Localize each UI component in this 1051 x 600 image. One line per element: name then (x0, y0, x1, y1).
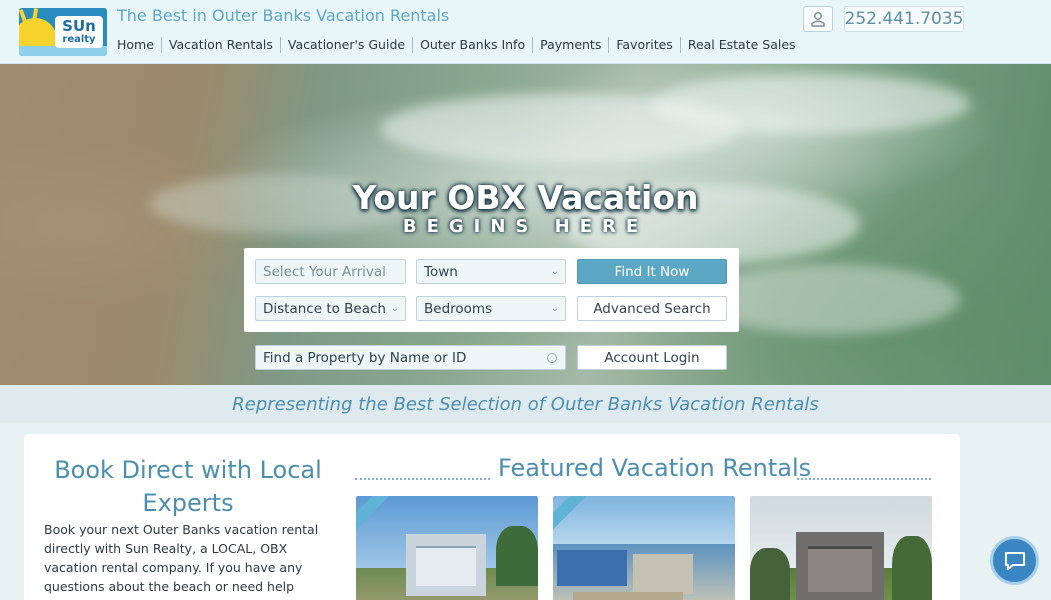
book-direct-text: Book your next Outer Banks vacation rent… (44, 522, 319, 600)
featured-rental-3[interactable] (750, 496, 932, 600)
bedrooms-select[interactable]: Bedrooms ⌄ (416, 296, 566, 321)
chevron-down-icon: ⌄ (550, 266, 559, 277)
distance-to-beach-select[interactable]: Distance to Beach ⌄ (255, 296, 406, 321)
nav-favorites[interactable]: Favorites (608, 37, 679, 53)
account-button[interactable] (803, 6, 833, 32)
arrival-date-input[interactable]: Select Your Arrival (255, 259, 406, 284)
hero-title: Your OBX Vacation (352, 178, 699, 217)
selection-tagline: Representing the Best Selection of Outer… (0, 385, 1051, 423)
chat-icon (1004, 551, 1025, 570)
hero-banner: Your OBX Vacation BEGINS HERE Select You… (0, 64, 1051, 385)
town-select[interactable]: Town ⌄ (416, 259, 566, 284)
featured-rental-1[interactable] (356, 496, 538, 600)
site-tagline: The Best in Outer Banks Vacation Rentals (117, 6, 450, 25)
find-it-now-button[interactable]: Find It Now (577, 259, 727, 284)
property-search-input[interactable]: Find a Property by Name or ID (255, 345, 566, 370)
featured-rental-2[interactable] (553, 496, 735, 600)
user-icon (811, 12, 825, 27)
nav-real-estate-sales[interactable]: Real Estate Sales (679, 37, 803, 53)
nav-payments[interactable]: Payments (532, 37, 608, 53)
chevron-down-icon: ⌄ (550, 303, 559, 314)
chat-button[interactable] (990, 536, 1039, 585)
chevron-down-icon: ⌄ (390, 303, 399, 314)
hero-subtitle: BEGINS HERE (402, 216, 649, 237)
advanced-search-button[interactable]: Advanced Search (577, 296, 727, 321)
logo-wordmark: SUn realty (55, 16, 103, 48)
nav-vacationers-guide[interactable]: Vacationer's Guide (279, 37, 412, 53)
main-nav: Home Vacation Rentals Vacationer's Guide… (117, 37, 803, 53)
heading-divider-left (355, 478, 490, 480)
book-direct-heading: Book Direct with Local Experts (54, 456, 322, 517)
phone-number[interactable]: 252.441.7035 (844, 6, 964, 32)
featured-rentals-heading: Featured Vacation Rentals (498, 454, 812, 482)
nav-outer-banks-info[interactable]: Outer Banks Info (412, 37, 532, 53)
nav-home[interactable]: Home (117, 37, 161, 53)
search-panel: Select Your Arrival Town ⌄ Find It Now D… (244, 248, 739, 332)
sun-realty-logo[interactable]: SUn realty (19, 8, 107, 56)
site-header: SUn realty The Best in Outer Banks Vacat… (0, 0, 1051, 64)
nav-vacation-rentals[interactable]: Vacation Rentals (160, 37, 280, 53)
heading-divider-right (797, 478, 931, 480)
account-login-button[interactable]: Account Login (577, 345, 727, 370)
search-icon[interactable] (547, 353, 557, 363)
content-card: Book Direct with Local Experts Book your… (24, 434, 960, 600)
